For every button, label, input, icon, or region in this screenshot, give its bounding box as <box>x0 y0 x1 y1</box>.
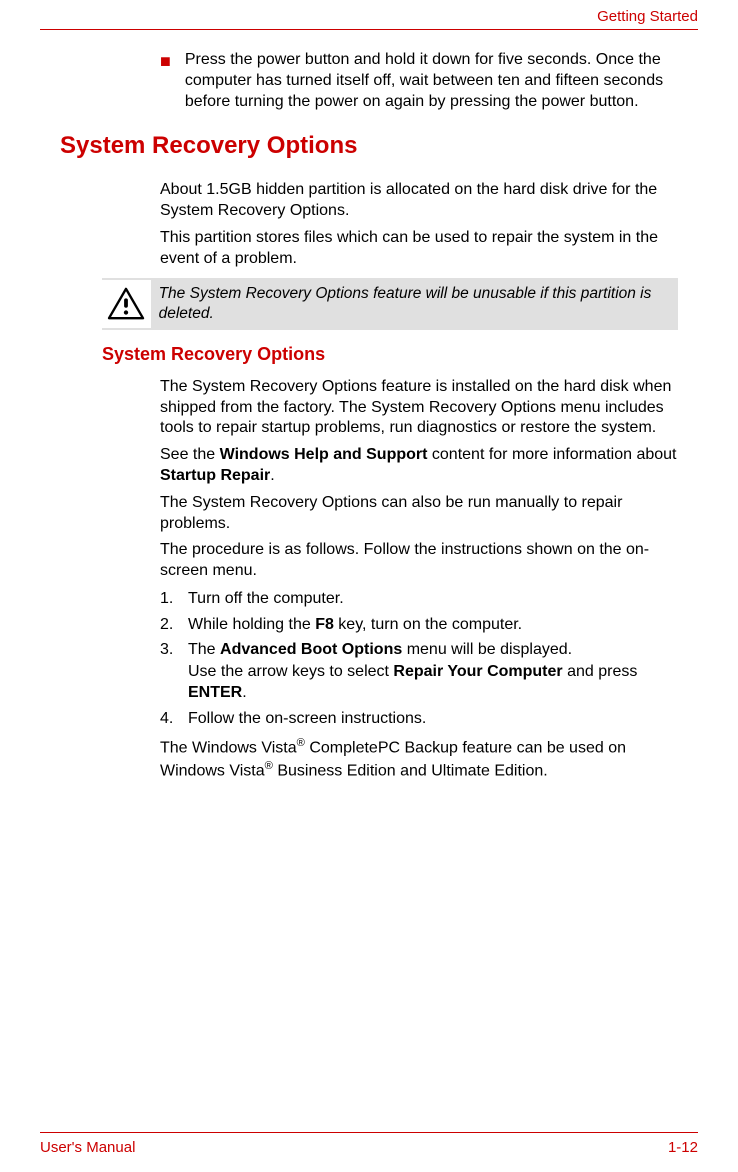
text-bold: Repair Your Computer <box>393 663 562 680</box>
text-bold: Startup Repair <box>160 467 270 484</box>
text-bold: Windows Help and Support <box>220 446 428 463</box>
caution-note: The System Recovery Options feature will… <box>102 278 678 330</box>
paragraph: This partition stores files which can be… <box>160 228 678 270</box>
bullet-text: Press the power button and hold it down … <box>185 50 678 112</box>
text: The <box>188 641 220 658</box>
footer-page-number: 1-12 <box>668 1139 698 1156</box>
page: Getting Started ■ Press the power button… <box>0 0 738 1172</box>
text: See the <box>160 446 220 463</box>
list-number: 3. <box>160 639 188 704</box>
text-bold: ENTER <box>188 684 242 701</box>
list-number: 1. <box>160 588 188 610</box>
bullet-item: ■ Press the power button and hold it dow… <box>160 50 678 112</box>
text: and press <box>563 663 638 680</box>
list-text: While holding the F8 key, turn on the co… <box>188 614 678 636</box>
paragraph: The procedure is as follows. Follow the … <box>160 540 678 582</box>
caution-icon <box>107 287 145 321</box>
list-number: 2. <box>160 614 188 636</box>
content-area: ■ Press the power button and hold it dow… <box>40 50 698 782</box>
ordered-list: 1. Turn off the computer. 2. While holdi… <box>160 588 678 730</box>
list-item: 2. While holding the F8 key, turn on the… <box>160 614 678 636</box>
list-item: 1. Turn off the computer. <box>160 588 678 610</box>
list-number: 4. <box>160 708 188 730</box>
heading-system-recovery-options: System Recovery Options <box>60 132 678 160</box>
list-item: 4. Follow the on-screen instructions. <box>160 708 678 730</box>
text: . <box>270 467 274 484</box>
caution-text: The System Recovery Options feature will… <box>151 280 672 328</box>
text: content for more information about <box>427 446 676 463</box>
text: . <box>242 684 246 701</box>
registered-mark: ® <box>265 760 273 772</box>
text: key, turn on the computer. <box>334 616 522 633</box>
text: Business Edition and Ultimate Edition. <box>273 762 548 779</box>
text: The Windows Vista <box>160 739 297 756</box>
paragraph: About 1.5GB hidden partition is allocate… <box>160 180 678 222</box>
text-bold: Advanced Boot Options <box>220 641 402 658</box>
page-footer: User's Manual 1-12 <box>40 1132 698 1156</box>
chapter-title: Getting Started <box>597 8 698 25</box>
page-header: Getting Started <box>40 0 698 30</box>
paragraph: See the Windows Help and Support content… <box>160 445 678 487</box>
list-text: The Advanced Boot Options menu will be d… <box>188 639 678 704</box>
text: menu will be displayed. <box>402 641 572 658</box>
paragraph: The System Recovery Options feature is i… <box>160 377 678 439</box>
list-item: 3. The Advanced Boot Options menu will b… <box>160 639 678 704</box>
caution-icon-wrap <box>102 280 151 328</box>
paragraph: The Windows Vista® CompletePC Backup fea… <box>160 736 678 782</box>
paragraph: The System Recovery Options can also be … <box>160 493 678 535</box>
subheading-system-recovery-options: System Recovery Options <box>102 344 678 365</box>
text: Use the arrow keys to select <box>188 663 393 680</box>
list-text: Turn off the computer. <box>188 588 678 610</box>
text-bold: F8 <box>315 616 334 633</box>
text: While holding the <box>188 616 315 633</box>
square-bullet-icon: ■ <box>160 50 171 112</box>
list-text: Follow the on-screen instructions. <box>188 708 678 730</box>
footer-left: User's Manual <box>40 1139 135 1156</box>
registered-mark: ® <box>297 737 305 749</box>
